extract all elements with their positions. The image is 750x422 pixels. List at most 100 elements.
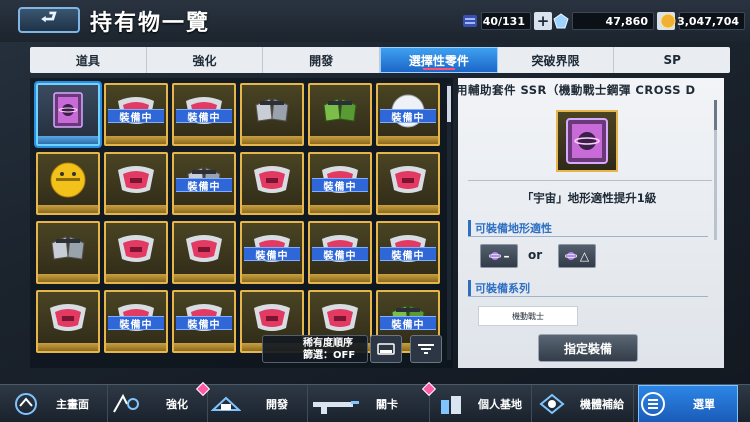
page-title: 持有物一覽: [90, 11, 211, 36]
red-armor-icon: [116, 160, 156, 200]
nav-stage-label: 關卡: [376, 398, 398, 411]
currency-1: 47,860 +: [553, 12, 675, 30]
top-bar: ⮐ 持有物一覽 40/131 + 47,860 + 3,047,704: [0, 0, 750, 42]
menu-icon: [639, 391, 671, 417]
grid-scrollbar[interactable]: [447, 84, 451, 360]
item-card[interactable]: 裝備中: [172, 152, 236, 215]
item-card[interactable]: 裝備中: [376, 221, 440, 284]
planet-icon: [564, 252, 577, 260]
terrain-option-2-grade: △: [579, 249, 590, 263]
red-armor-icon: [252, 298, 292, 338]
currency-2: 3,047,704: [660, 12, 745, 30]
nav-supply-label: 機體補給: [580, 398, 624, 411]
item-name: 宙用輔助套件 SSR（機動戰士鋼彈 CROSS D: [458, 82, 720, 98]
item-name-text: 宙用輔助套件 SSR（機動戰士鋼彈 CROSS D: [458, 83, 696, 97]
detail-scrollbar[interactable]: [714, 100, 717, 240]
item-card[interactable]: [104, 221, 168, 284]
equipped-badge: 裝備中: [176, 178, 232, 193]
nav-home[interactable]: 主畫面: [10, 385, 108, 422]
nav-menu[interactable]: 選單: [638, 385, 738, 422]
item-card[interactable]: 裝備中: [104, 290, 168, 353]
base-icon: [436, 391, 468, 417]
chip-icon: [566, 118, 608, 164]
item-card[interactable]: [240, 152, 304, 215]
sort-button[interactable]: [370, 335, 402, 363]
red-armor-icon: [388, 160, 428, 200]
item-card[interactable]: 裝備中: [104, 83, 168, 146]
item-card[interactable]: [240, 83, 304, 146]
equipped-badge: 裝備中: [244, 247, 300, 262]
equipped-badge: 裝備中: [312, 247, 368, 262]
item-card[interactable]: [36, 152, 100, 215]
filter-status-label: 篩選：OFF: [303, 350, 356, 361]
item-grid: 裝備中 裝備中 裝備中 裝備中 裝備中 裝備中 裝備中 裝備中 裝備中 裝備中 裝備中: [36, 83, 440, 353]
grey-boots-icon: [252, 91, 292, 131]
grey-boots-icon: [48, 229, 88, 269]
grid-scrollbar-thumb[interactable]: [447, 86, 451, 122]
item-card[interactable]: [172, 221, 236, 284]
nav-menu-label: 選單: [693, 398, 715, 411]
coin-icon: [660, 13, 676, 29]
item-detail-panel: 宙用輔助套件 SSR（機動戰士鋼彈 CROSS D 「宇宙」地形適性提升1級 可…: [458, 78, 724, 368]
sort-info: 稀有度順序 篩選：OFF: [262, 335, 368, 363]
equipped-badge: 裝備中: [176, 109, 232, 124]
enhance-icon: [110, 391, 142, 417]
stage-icon: [310, 391, 362, 417]
tab-sp[interactable]: SP: [614, 47, 730, 73]
item-grid-panel: 裝備中 裝備中 裝備中 裝備中 裝備中 裝備中 裝備中 裝備中 裝備中 裝備中 裝備中: [30, 78, 453, 368]
detail-scrollbar-thumb[interactable]: [714, 100, 717, 130]
filter-button[interactable]: [410, 335, 442, 363]
tab-items[interactable]: 道具: [30, 47, 147, 73]
item-card[interactable]: [308, 83, 372, 146]
tab-enhance[interactable]: 強化: [147, 47, 264, 73]
equipped-badge: 裝備中: [380, 316, 436, 331]
nav-supply[interactable]: 機體補給: [536, 385, 634, 422]
detail-divider: [468, 180, 712, 181]
nav-develop-label: 開發: [266, 398, 288, 411]
tab-develop[interactable]: 開發: [263, 47, 381, 73]
category-tabs: 道具 強化 開發 選擇性零件 突破界限 SP: [30, 47, 730, 73]
item-card[interactable]: 裝備中: [308, 152, 372, 215]
item-card[interactable]: [36, 83, 100, 146]
currency-1-value: 47,860: [572, 12, 654, 30]
nav-base[interactable]: 個人基地: [436, 385, 532, 422]
assign-equip-button[interactable]: 指定裝備: [538, 334, 638, 362]
item-card[interactable]: 裝備中: [240, 221, 304, 284]
nav-develop[interactable]: 開發: [210, 385, 308, 422]
nav-stage[interactable]: 關卡: [310, 385, 430, 422]
capacity-counter: 40/131 +: [462, 12, 552, 30]
sort-order-label: 稀有度順序: [303, 338, 353, 349]
item-card[interactable]: 裝備中: [172, 83, 236, 146]
yellow-haro-icon: [48, 160, 88, 200]
nav-enhance[interactable]: 強化: [110, 385, 208, 422]
nav-home-label: 主畫面: [56, 398, 89, 411]
equipped-badge: 裝備中: [380, 109, 436, 124]
back-button[interactable]: ⮐: [18, 7, 80, 33]
item-card[interactable]: [104, 152, 168, 215]
nav-enhance-label: 強化: [166, 398, 188, 411]
equipped-badge: 裝備中: [176, 316, 232, 331]
capacity-value: 40/131: [481, 12, 531, 30]
item-card[interactable]: [376, 152, 440, 215]
planet-icon: [488, 252, 501, 260]
equipped-badge: 裝備中: [380, 247, 436, 262]
series-section-title: 可裝備系列: [468, 280, 530, 296]
storage-icon: [463, 15, 477, 27]
tab-limit-break[interactable]: 突破界限: [498, 47, 615, 73]
series-tag: 機動戰士: [478, 306, 578, 326]
green-boots-icon: [320, 91, 360, 131]
terrain-section-line: [468, 236, 708, 237]
item-card[interactable]: 裝備中: [308, 221, 372, 284]
supply-icon: [536, 391, 568, 417]
or-label: or: [528, 248, 543, 262]
capacity-plus-button[interactable]: +: [534, 12, 552, 30]
item-card[interactable]: 裝備中: [376, 83, 440, 146]
filter-icon: [418, 344, 434, 354]
red-armor-icon: [184, 229, 224, 269]
item-card[interactable]: [36, 290, 100, 353]
item-card[interactable]: [36, 221, 100, 284]
item-card[interactable]: 裝備中: [172, 290, 236, 353]
terrain-option-1-grade: –: [503, 249, 510, 263]
tab-optional-parts[interactable]: 選擇性零件: [380, 47, 498, 73]
equipped-badge: 裝備中: [108, 109, 164, 124]
